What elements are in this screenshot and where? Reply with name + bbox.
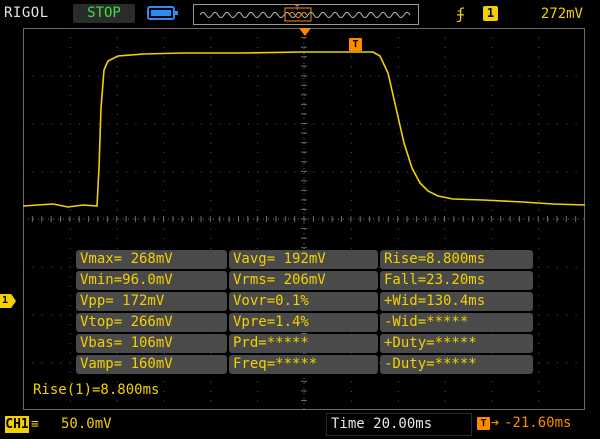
measurement-neg-width: -Wid=***** bbox=[380, 313, 533, 332]
arrow-right-icon: ➔ bbox=[491, 415, 500, 431]
measurement-frequency: Freq=***** bbox=[229, 355, 378, 374]
measurement-vamp: Vamp= 160mV bbox=[76, 355, 227, 374]
measurement-table: Vmax= 268mV Vavg= 192mV Rise=8.800ms Vmi… bbox=[75, 249, 534, 375]
trigger-level-marker[interactable]: T bbox=[349, 38, 362, 51]
measurement-vmax: Vmax= 268mV bbox=[76, 250, 227, 269]
channel1-button[interactable]: CH1 bbox=[5, 416, 29, 433]
trigger-source-badge: 1 bbox=[483, 6, 498, 21]
measurement-row: Vbas= 106mV Prd=***** +Duty=***** bbox=[75, 333, 534, 354]
measurement-vpp: Vpp= 172mV bbox=[76, 292, 227, 311]
measurement-period: Prd=***** bbox=[229, 334, 378, 353]
dc-coupling-icon: ≡ bbox=[31, 417, 39, 432]
measurement-vbase: Vbas= 106mV bbox=[76, 334, 227, 353]
trigger-level-value: 272mV bbox=[540, 6, 583, 22]
measurement-fall: Fall=23.20ms bbox=[380, 271, 533, 290]
brand-label: RIGOL bbox=[4, 5, 49, 21]
measurement-vovr: Vovr=0.1% bbox=[229, 292, 378, 311]
measurement-neg-duty: -Duty=***** bbox=[380, 355, 533, 374]
measurement-vtop: Vtop= 266mV bbox=[76, 313, 227, 332]
measurement-vpre: Vpre=1.4% bbox=[229, 313, 378, 332]
vertical-scale-value[interactable]: 50.0mV bbox=[61, 416, 112, 433]
measurement-vrms: Vrms= 206mV bbox=[229, 271, 378, 290]
battery-icon bbox=[147, 6, 178, 20]
timebase-value: Time 20.00ms bbox=[331, 416, 433, 432]
bottom-status-bar: CH1 ≡ 50.0mV Time 20.00ms T ➔ -21.60ms bbox=[0, 410, 600, 439]
rise-time-readout: Rise(1)=8.800ms bbox=[33, 382, 160, 398]
measurement-row: Vtop= 266mV Vpre=1.4% -Wid=***** bbox=[75, 312, 534, 333]
measurement-row: Vmax= 268mV Vavg= 192mV Rise=8.800ms bbox=[75, 249, 534, 270]
run-stop-button[interactable]: STOP bbox=[73, 4, 135, 23]
measurement-row: Vamp= 160mV Freq=***** -Duty=***** bbox=[75, 354, 534, 375]
measurement-row: Vmin=96.0mV Vrms= 206mV Fall=23.20ms bbox=[75, 270, 534, 291]
measurement-rise: Rise=8.800ms bbox=[380, 250, 533, 269]
trigger-info[interactable]: ʄ 1 272mV bbox=[443, 4, 593, 25]
measurement-vmin: Vmin=96.0mV bbox=[76, 271, 227, 290]
measurement-row: Vpp= 172mV Vovr=0.1% +Wid=130.4ms bbox=[75, 291, 534, 312]
measurement-pos-width: +Wid=130.4ms bbox=[380, 292, 533, 311]
rising-edge-icon: ʄ bbox=[456, 5, 466, 23]
trigger-position-marker[interactable] bbox=[299, 28, 311, 36]
trigger-offset-box[interactable]: T ➔ -21.60ms bbox=[474, 413, 595, 436]
status-bar: RIGOL STOP T ʄ 1 272mV bbox=[0, 0, 600, 28]
trigger-offset-value: -21.60ms bbox=[504, 415, 572, 431]
trigger-offset-icon: T bbox=[477, 417, 490, 430]
timebase-box[interactable]: Time 20.00ms bbox=[326, 413, 472, 436]
channel1-offset-marker[interactable]: 1 bbox=[0, 294, 16, 308]
measurement-vavg: Vavg= 192mV bbox=[229, 250, 378, 269]
measurement-pos-duty: +Duty=***** bbox=[380, 334, 533, 353]
memory-waveform-icon: T bbox=[193, 4, 419, 25]
